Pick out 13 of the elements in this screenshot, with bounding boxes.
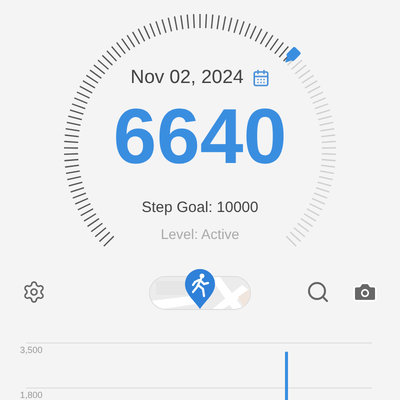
- chart-bar: [285, 352, 288, 400]
- search-icon[interactable]: [306, 280, 330, 304]
- settings-icon[interactable]: [22, 280, 46, 304]
- step-count: 6640: [113, 96, 287, 174]
- date-label: Nov 02, 2024: [130, 66, 244, 90]
- runner-pin-icon: [184, 268, 216, 310]
- map-toggle[interactable]: [149, 268, 251, 310]
- axis-label: 1,800: [20, 390, 43, 400]
- activity-level: Level: Active: [160, 225, 240, 244]
- axis-label: 3,500: [20, 345, 43, 355]
- step-goal: Step Goal: 10000: [142, 198, 258, 218]
- progress-marker: [285, 46, 302, 63]
- calendar-icon[interactable]: [252, 69, 270, 88]
